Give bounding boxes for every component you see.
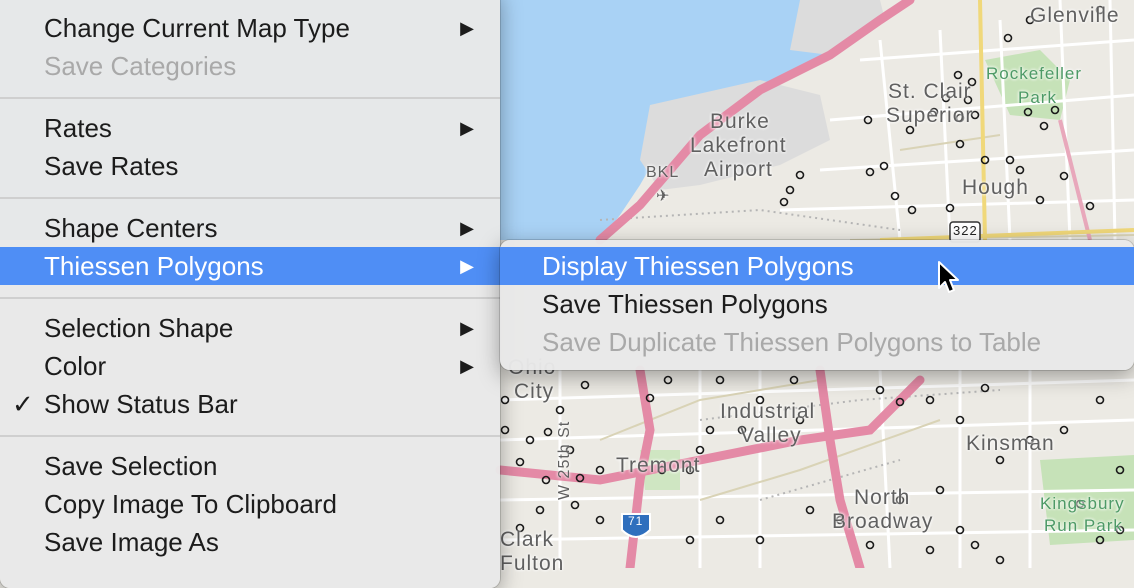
map-label-st-clair: St. Clair: [888, 80, 972, 103]
menu-item-thiessen-polygons[interactable]: Thiessen Polygons ▶: [0, 247, 500, 285]
map-label-broadway: Broadway: [832, 510, 934, 533]
map-label-airport: Airport: [704, 158, 773, 181]
map-label-lakefront: Lakefront: [690, 134, 787, 157]
map-label-clark: Clark: [500, 528, 555, 551]
menu-separator: [0, 435, 500, 437]
menu-item-label: Display Thiessen Polygons: [542, 251, 854, 281]
menu-item-save-duplicate-thiessen-polygons: Save Duplicate Thiessen Polygons to Tabl…: [500, 323, 1134, 361]
map-label-city: City: [514, 380, 555, 403]
menu-item-display-thiessen-polygons[interactable]: Display Thiessen Polygons: [500, 247, 1134, 285]
thiessen-polygons-submenu: Display Thiessen Polygons Save Thiessen …: [500, 240, 1134, 370]
menu-item-copy-image-to-clipboard[interactable]: Copy Image To Clipboard: [0, 485, 500, 523]
menu-item-label: Shape Centers: [44, 213, 218, 243]
arrow-pointer-icon: [938, 261, 959, 293]
map-label-run-park: Run Park: [1044, 516, 1123, 535]
menu-item-label: Rates: [44, 113, 112, 143]
triangle-right-icon: ▶: [460, 118, 474, 138]
checkmark-icon: ✓: [12, 389, 34, 419]
map-label-kinsman: Kinsman: [966, 432, 1055, 455]
map-label-i71: 71: [628, 514, 644, 528]
menu-item-label: Thiessen Polygons: [44, 251, 264, 281]
menu-item-save-selection[interactable]: Save Selection: [0, 447, 500, 485]
menu-item-save-image-as[interactable]: Save Image As: [0, 523, 500, 561]
menu-item-rates[interactable]: Rates ▶: [0, 109, 500, 147]
map-label-industrial: Industrial: [720, 400, 816, 423]
triangle-right-icon: ▶: [460, 318, 474, 338]
map-label-kingsbury: Kingsbury: [1040, 494, 1125, 513]
menu-item-selection-shape[interactable]: Selection Shape ▶: [0, 309, 500, 347]
menu-item-change-current-map-type[interactable]: Change Current Map Type ▶: [0, 9, 500, 47]
triangle-right-icon: ▶: [460, 356, 474, 376]
map-label-w25th: W 25th St: [556, 420, 573, 500]
map-label-us322: 322: [953, 223, 978, 238]
context-menu: Change Current Map Type ▶ Save Categorie…: [0, 0, 500, 588]
airplane-icon: ✈: [656, 188, 671, 205]
map-label-superior: Superior: [886, 104, 974, 127]
map-label-bkl: BKL: [646, 164, 680, 181]
triangle-right-icon: ▶: [460, 256, 474, 276]
menu-item-label: Save Categories: [44, 51, 237, 81]
menu-item-save-thiessen-polygons[interactable]: Save Thiessen Polygons: [500, 285, 1134, 323]
map-label-valley: Valley: [740, 424, 802, 447]
menu-item-label: Save Selection: [44, 451, 218, 481]
map-label-park: Park: [1018, 88, 1057, 107]
menu-item-label: Copy Image To Clipboard: [44, 489, 337, 519]
menu-item-show-status-bar[interactable]: ✓ Show Status Bar: [0, 385, 500, 423]
map-label-north: North: [854, 486, 911, 509]
menu-separator: [0, 297, 500, 299]
menu-item-label: Save Rates: [44, 151, 179, 181]
menu-item-label: Selection Shape: [44, 313, 234, 343]
menu-item-shape-centers[interactable]: Shape Centers ▶: [0, 209, 500, 247]
triangle-right-icon: ▶: [460, 218, 474, 238]
map-label-tremont: Tremont: [616, 454, 701, 477]
menu-item-label: Show Status Bar: [44, 389, 238, 419]
menu-item-label: Save Thiessen Polygons: [542, 289, 828, 319]
map-label-glenville: Glenville: [1030, 4, 1120, 27]
menu-item-label: Color: [44, 351, 107, 381]
menu-item-label: Save Image As: [44, 527, 219, 557]
menu-item-label: Change Current Map Type: [44, 13, 350, 43]
map-label-rockefeller: Rockefeller: [986, 64, 1083, 83]
map-label-hough: Hough: [962, 176, 1029, 199]
triangle-right-icon: ▶: [460, 18, 474, 38]
menu-item-label: Save Duplicate Thiessen Polygons to Tabl…: [542, 327, 1042, 357]
menu-separator: [0, 197, 500, 199]
menu-item-save-rates[interactable]: Save Rates: [0, 147, 500, 185]
map-label-burke: Burke: [710, 110, 770, 133]
menu-item-save-categories: Save Categories: [0, 47, 500, 85]
menu-item-color[interactable]: Color ▶: [0, 347, 500, 385]
map-label-fulton: Fulton: [500, 552, 565, 575]
menu-separator: [0, 97, 500, 99]
